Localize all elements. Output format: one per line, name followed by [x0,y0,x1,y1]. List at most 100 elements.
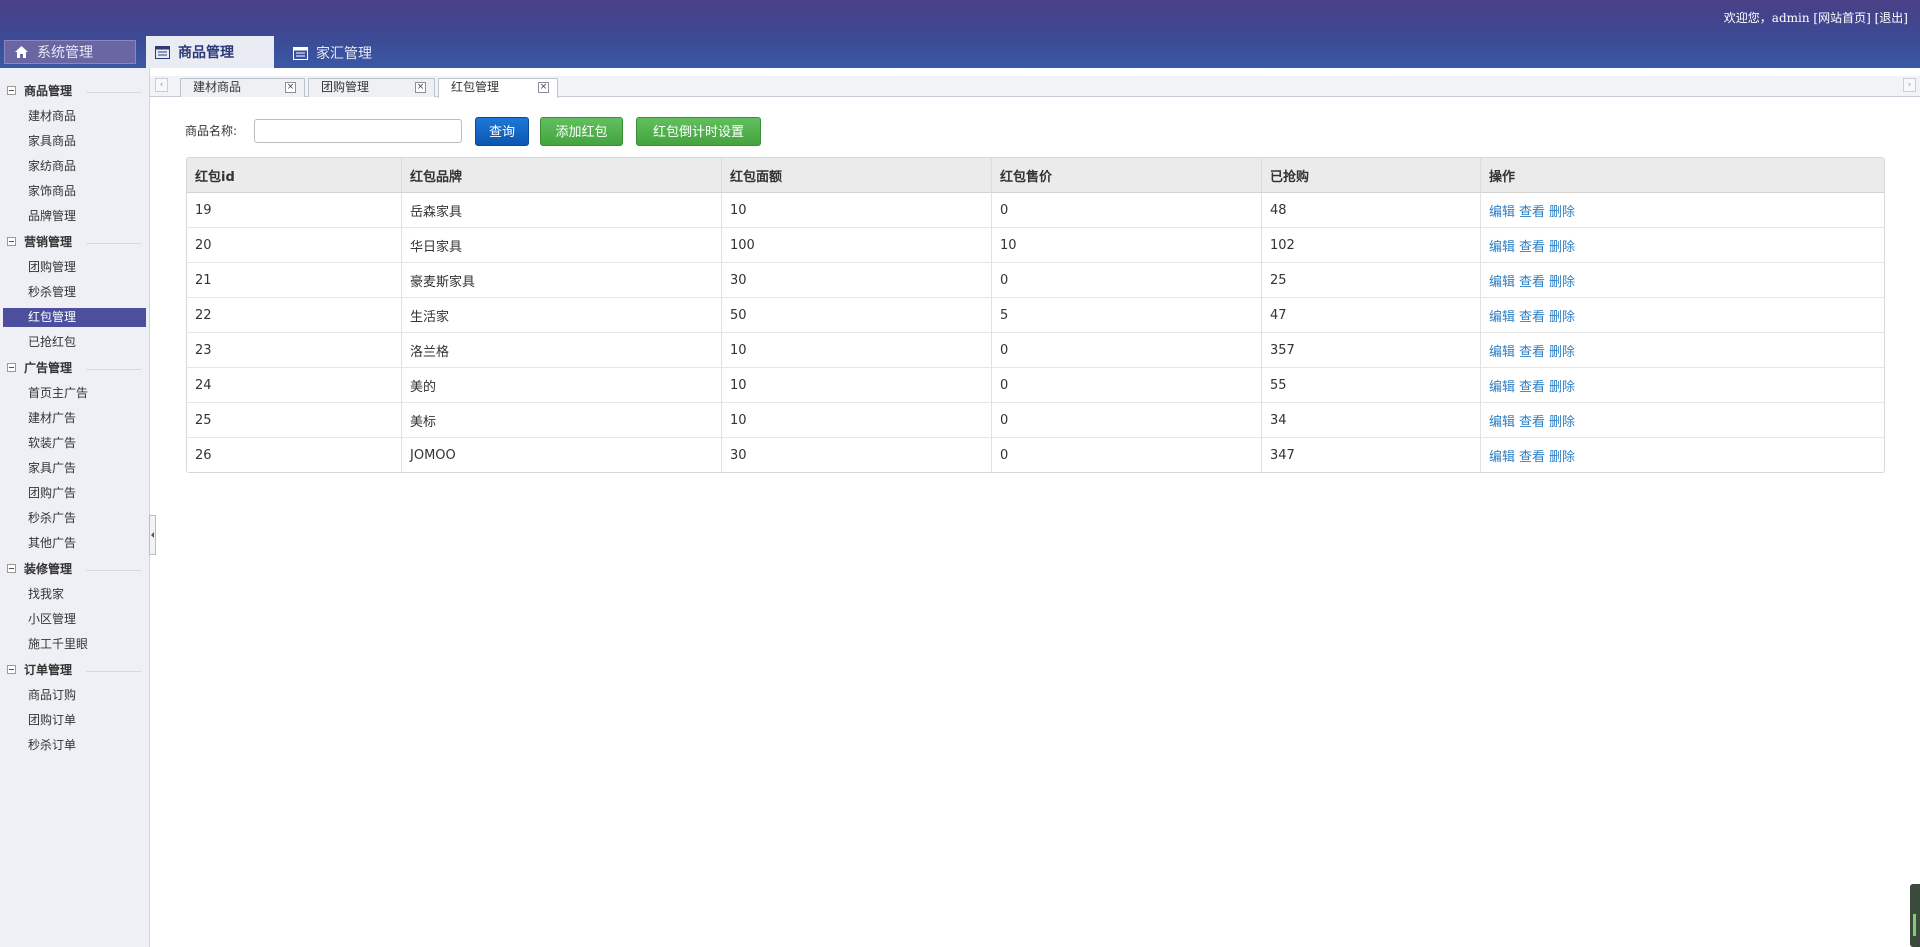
column-header: 红包品牌 [402,158,722,193]
table-cell: 生活家 [402,297,722,332]
nav-tab-jiahui[interactable]: 家汇管理 [284,38,404,68]
edit-link[interactable]: 编辑 [1489,205,1515,220]
close-icon[interactable]: × [415,82,426,93]
table-cell: 5 [992,297,1262,332]
sidebar-group-marketing[interactable]: 营销管理 [0,229,149,255]
table-cell: 47 [1262,297,1481,332]
delete-link[interactable]: 删除 [1549,205,1575,220]
nav-tab-system[interactable]: 系统管理 [4,40,136,64]
edit-link[interactable]: 编辑 [1489,345,1515,360]
logout-link[interactable]: [退出] [1875,11,1908,25]
list-icon [154,44,170,60]
sidebar-item-flash-sale[interactable]: 秒杀管理 [0,280,149,305]
delete-link[interactable]: 删除 [1549,240,1575,255]
goods-name-input[interactable] [254,119,462,143]
delete-link[interactable]: 删除 [1549,415,1575,430]
table-cell: 26 [187,437,402,472]
tab-group-buy[interactable]: 团购管理 × [308,78,435,97]
sidebar-item-home-ad[interactable]: 首页主广告 [0,381,149,406]
table-row: 23 洛兰格 10 0 357 编辑 查看 删除 [187,332,1884,367]
delete-link[interactable]: 删除 [1549,275,1575,290]
sidebar-item-find-my-home[interactable]: 找我家 [0,582,149,607]
table-cell: 100 [722,227,992,262]
sidebar-item-furniture-goods[interactable]: 家具商品 [0,129,149,154]
view-link[interactable]: 查看 [1519,345,1545,360]
sidebar-collapse-handle[interactable] [149,515,156,555]
delete-link[interactable]: 删除 [1549,310,1575,325]
table-cell: 0 [992,437,1262,472]
sidebar-item-flash-sale-orders[interactable]: 秒杀订单 [0,733,149,758]
sidebar-item-soft-decor-ad[interactable]: 软装广告 [0,431,149,456]
delete-link[interactable]: 删除 [1549,380,1575,395]
table-cell: 岳森家具 [402,193,722,227]
table-cell: 豪麦斯家具 [402,262,722,297]
delete-link[interactable]: 删除 [1549,450,1575,465]
view-link[interactable]: 查看 [1519,275,1545,290]
add-red-packet-button[interactable]: 添加红包 [540,117,623,146]
nav-tab-label: 系统管理 [37,45,93,61]
sidebar-item-textile-goods[interactable]: 家纺商品 [0,154,149,179]
tab-red-packet[interactable]: 红包管理 × [438,78,558,98]
table-row: 19 岳森家具 10 0 48 编辑 查看 删除 [187,193,1884,227]
sidebar-item-construction-cam[interactable]: 施工千里眼 [0,632,149,657]
sidebar-group-goods[interactable]: 商品管理 [0,78,149,104]
tab-scroll-right-icon[interactable]: › [1903,78,1916,92]
sidebar-item-flash-sale-ad[interactable]: 秒杀广告 [0,506,149,531]
sidebar-item-community[interactable]: 小区管理 [0,607,149,632]
collapse-icon [7,363,16,372]
view-link[interactable]: 查看 [1519,310,1545,325]
sidebar-item-red-packet[interactable]: 红包管理 [3,308,146,327]
sidebar-item-building-goods[interactable]: 建材商品 [0,104,149,129]
floating-widget[interactable] [1910,884,1920,947]
table-cell: 21 [187,262,402,297]
site-home-link[interactable]: [网站首页] [1813,11,1870,25]
welcome-bar: 欢迎您，admin [网站首页] [退出] [1724,9,1908,26]
actions-cell: 编辑 查看 删除 [1481,332,1884,367]
sidebar-group-orders[interactable]: 订单管理 [0,657,149,683]
sidebar-group-title: 广告管理 [24,361,73,375]
query-button[interactable]: 查询 [475,117,529,146]
close-icon[interactable]: × [538,82,549,93]
table-cell: 10 [722,367,992,402]
view-link[interactable]: 查看 [1519,205,1545,220]
view-link[interactable]: 查看 [1519,380,1545,395]
tab-building-goods[interactable]: 建材商品 × [180,78,305,97]
sidebar-item-other-ad[interactable]: 其他广告 [0,531,149,556]
edit-link[interactable]: 编辑 [1489,380,1515,395]
tab-scroll-left-icon[interactable]: ‹ [155,78,168,92]
edit-link[interactable]: 编辑 [1489,240,1515,255]
collapse-icon [7,86,16,95]
edit-link[interactable]: 编辑 [1489,415,1515,430]
view-link[interactable]: 查看 [1519,240,1545,255]
sidebar-item-decor-goods[interactable]: 家饰商品 [0,179,149,204]
delete-link[interactable]: 删除 [1549,345,1575,360]
sidebar-item-brand-management[interactable]: 品牌管理 [0,204,149,229]
edit-link[interactable]: 编辑 [1489,275,1515,290]
sidebar-item-group-buy[interactable]: 团购管理 [0,255,149,280]
sidebar-group-ads[interactable]: 广告管理 [0,355,149,381]
nav-tab-goods[interactable]: 商品管理 [146,36,274,68]
edit-link[interactable]: 编辑 [1489,310,1515,325]
red-packet-table: 红包id 红包品牌 红包面额 红包售价 已抢购 操作 19 岳森家具 10 0 48 编辑… [186,157,1885,473]
actions-cell: 编辑 查看 删除 [1481,262,1884,297]
table-cell: 25 [187,402,402,437]
sidebar-item-group-buy-orders[interactable]: 团购订单 [0,708,149,733]
sidebar-item-furniture-ad[interactable]: 家具广告 [0,456,149,481]
sidebar-item-group-buy-ad[interactable]: 团购广告 [0,481,149,506]
table-row: 22 生活家 50 5 47 编辑 查看 删除 [187,297,1884,332]
sidebar-group-renovation[interactable]: 装修管理 [0,556,149,582]
view-link[interactable]: 查看 [1519,450,1545,465]
sidebar-item-grabbed-packets[interactable]: 已抢红包 [0,330,149,355]
sidebar-item-building-ad[interactable]: 建材广告 [0,406,149,431]
tab-label: 建材商品 [193,80,242,94]
view-link[interactable]: 查看 [1519,415,1545,430]
edit-link[interactable]: 编辑 [1489,450,1515,465]
column-header: 红包面额 [722,158,992,193]
table-cell: 0 [992,367,1262,402]
table-row: 20 华日家具 100 10 102 编辑 查看 删除 [187,227,1884,262]
sidebar-item-goods-orders[interactable]: 商品订购 [0,683,149,708]
countdown-settings-button[interactable]: 红包倒计时设置 [636,117,761,146]
close-icon[interactable]: × [285,82,296,93]
table-cell: 10 [992,227,1262,262]
table-cell: 24 [187,367,402,402]
